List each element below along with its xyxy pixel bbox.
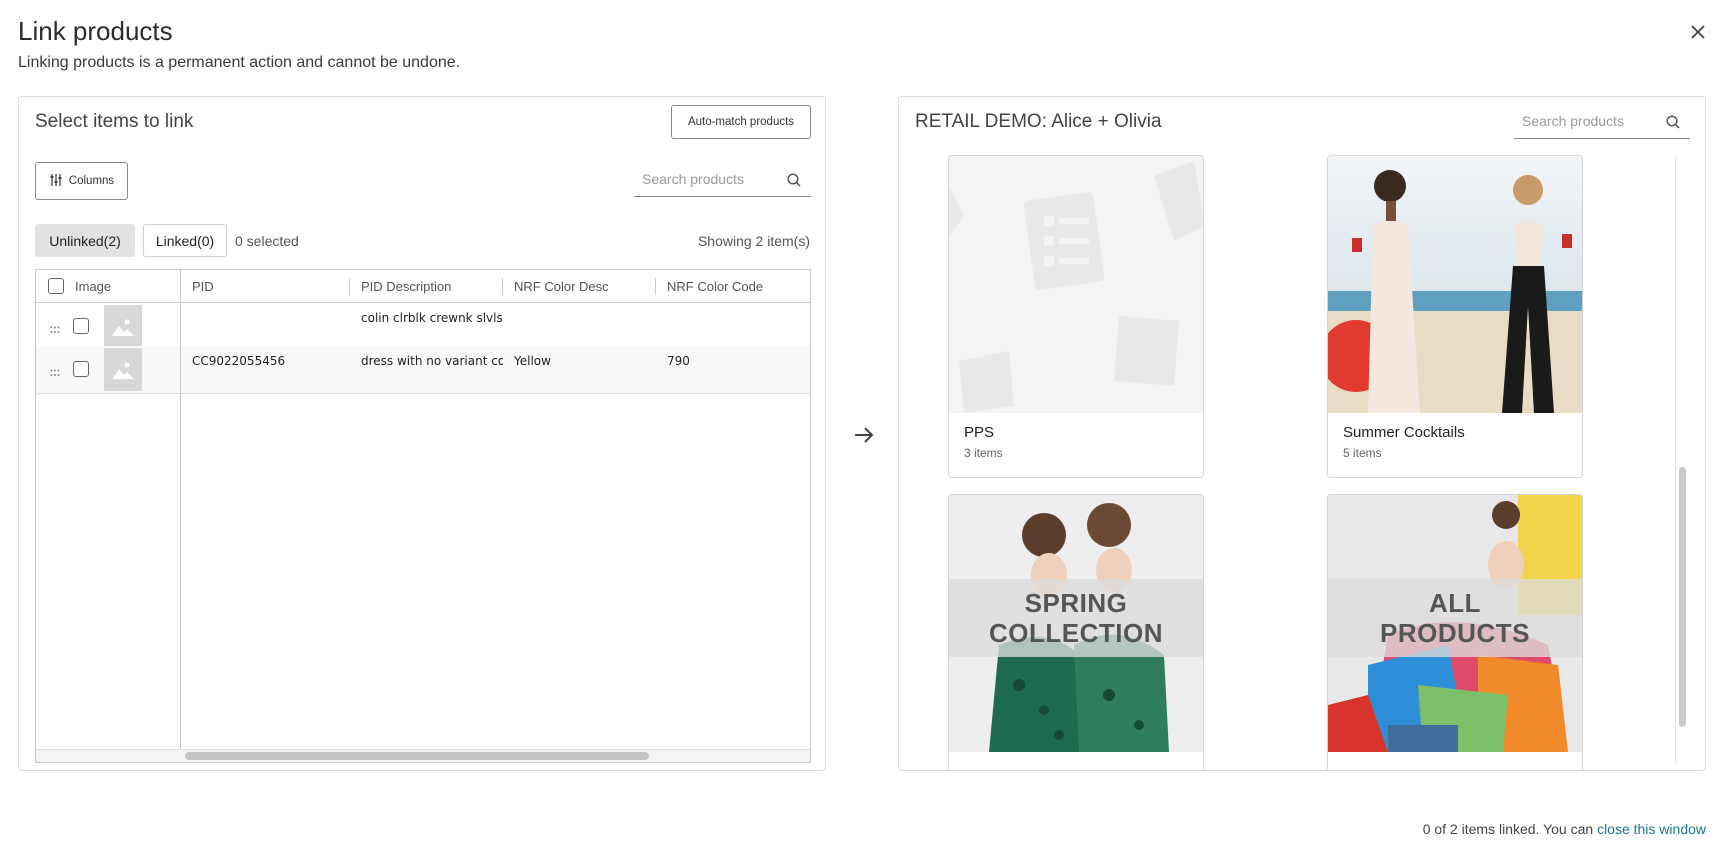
close-window-link[interactable]: close this window — [1597, 821, 1706, 837]
collection-placeholder-image — [949, 156, 1203, 413]
collection-name: PPS — [964, 424, 995, 441]
column-divider[interactable] — [502, 278, 503, 295]
collection-card[interactable]: SPRING COLLECTION — [948, 494, 1204, 770]
collection-name: Summer Cocktails — [1343, 424, 1465, 441]
modal-subtitle: Linking products is a permanent action a… — [18, 54, 461, 71]
link-status-text: 0 of 2 items linked. You can — [1422, 821, 1594, 837]
table-row[interactable]: CC9022055456 dress with no variant color… — [36, 346, 810, 394]
selected-count: 0 selected — [235, 233, 299, 249]
search-icon[interactable] — [1666, 115, 1680, 129]
table-row[interactable]: colin clrblk crewnk slvlss d — [36, 303, 810, 351]
header-nrf-color-code[interactable]: NRF Color Code — [667, 270, 763, 303]
grid-header: Image PID PID Description NRF Color Desc… — [36, 270, 810, 303]
panel-title: Select items to link — [35, 111, 194, 132]
scroll-footer — [36, 749, 180, 762]
pinned-column-divider — [180, 270, 181, 762]
collection-banner: ALL PRODUCTS — [1328, 579, 1582, 657]
drag-handle-icon[interactable] — [50, 323, 60, 337]
collection-image: ALL PRODUCTS — [1328, 495, 1582, 752]
search-placeholder: Search products — [1522, 113, 1624, 129]
scroll-area-divider — [1675, 155, 1676, 765]
columns-sliders-icon — [49, 173, 63, 190]
cell-pid: CC9022055456 — [192, 354, 286, 368]
left-search-input[interactable]: Search products — [634, 163, 811, 197]
header-image[interactable]: Image — [75, 270, 111, 303]
collection-count: 5 items — [1343, 446, 1382, 460]
collections-title: RETAIL DEMO: Alice + Olivia — [915, 111, 1162, 132]
showing-count: Showing 2 item(s) — [697, 233, 810, 249]
drag-handle-icon[interactable] — [50, 366, 60, 380]
collection-card[interactable]: Summer Cocktails 5 items — [1327, 155, 1583, 478]
cell-color-desc: Yellow — [514, 354, 551, 368]
close-icon[interactable] — [1686, 20, 1710, 44]
cell-description: dress with no variant color — [361, 354, 503, 368]
collections-panel: RETAIL DEMO: Alice + Olivia Search produ… — [898, 96, 1706, 771]
cell-description: colin clrblk crewnk slvlss d — [361, 311, 503, 325]
select-all-checkbox[interactable] — [48, 278, 64, 294]
row-checkbox[interactable] — [73, 318, 89, 334]
image-placeholder-icon — [104, 305, 142, 348]
cell-color-code: 790 — [667, 354, 690, 368]
image-placeholder-icon — [104, 348, 142, 391]
columns-button[interactable]: Columns — [35, 162, 128, 200]
right-search-input[interactable]: Search products — [1514, 105, 1690, 139]
horizontal-scrollbar-thumb[interactable] — [185, 752, 649, 760]
header-pid[interactable]: PID — [192, 270, 214, 303]
search-icon[interactable] — [787, 173, 801, 187]
collection-card[interactable]: PPS 3 items — [948, 155, 1204, 478]
header-pid-description[interactable]: PID Description — [361, 270, 451, 303]
collection-count: 3 items — [964, 446, 1003, 460]
column-divider[interactable] — [349, 278, 350, 295]
vertical-scrollbar-thumb[interactable] — [1679, 467, 1686, 727]
tab-linked[interactable]: Linked(0) — [143, 224, 227, 257]
collection-card[interactable]: ALL PRODUCTS — [1327, 494, 1583, 770]
modal-title: Link products — [18, 16, 173, 46]
row-checkbox[interactable] — [73, 361, 89, 377]
tab-unlinked[interactable]: Unlinked(2) — [35, 224, 135, 257]
collection-banner: SPRING COLLECTION — [949, 579, 1203, 657]
collection-image: SPRING COLLECTION — [949, 495, 1203, 752]
link-status: 0 of 2 items linked. You can close this … — [1423, 821, 1706, 837]
search-placeholder: Search products — [642, 171, 744, 187]
column-divider[interactable] — [655, 278, 656, 295]
columns-label: Columns — [68, 175, 115, 187]
arrow-right-icon — [852, 423, 876, 447]
header-nrf-color-desc[interactable]: NRF Color Desc — [514, 270, 609, 303]
products-grid: Image PID PID Description NRF Color Desc… — [35, 269, 811, 763]
select-items-panel: Select items to link Auto-match products… — [18, 96, 826, 771]
auto-match-button[interactable]: Auto-match products — [671, 105, 811, 139]
collection-image — [1328, 156, 1582, 413]
